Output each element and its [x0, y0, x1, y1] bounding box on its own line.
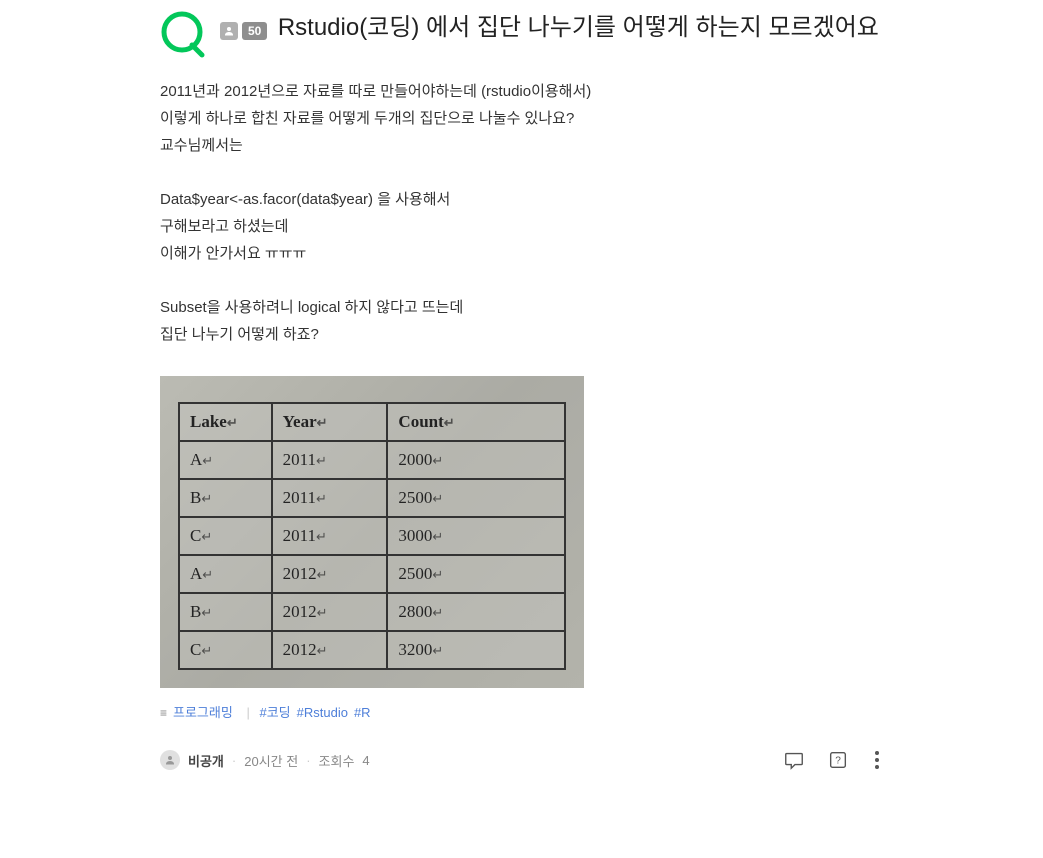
post-time: 20시간 전 [244, 751, 298, 770]
report-icon[interactable]: ? [827, 749, 849, 771]
table-row: B↵2011↵2500↵ [179, 479, 565, 517]
question-body: 2011년과 2012년으로 자료를 따로 만들어야하는데 (rstudio이용… [160, 78, 883, 348]
table-header: Count↵ [387, 403, 565, 441]
body-line: Subset을 사용하려니 logical 하지 않다고 뜨는데 [160, 294, 883, 321]
table-cell: 2012↵ [272, 631, 388, 669]
views-label: 조회수 [319, 751, 355, 770]
table-cell: 2000↵ [387, 441, 565, 479]
more-icon[interactable] [871, 747, 883, 773]
body-line: 구해보라고 하셨는데 [160, 213, 883, 240]
question-title: Rstudio(코딩) 에서 집단 나누기를 어떻게 하는지 모르겠어요 [278, 14, 879, 41]
svg-text:?: ? [835, 756, 841, 767]
body-line: 교수님께서는 [160, 132, 883, 159]
table-cell: A↵ [179, 441, 272, 479]
body-line: 이렇게 하나로 합친 자료를 어떻게 두개의 집단으로 나눌수 있나요? [160, 105, 883, 132]
body-line: Data$year<-as.facor(data$year) 을 사용해서 [160, 186, 883, 213]
table-row: A↵2012↵2500↵ [179, 555, 565, 593]
table-cell: C↵ [179, 517, 272, 555]
table-cell: 2500↵ [387, 555, 565, 593]
points-badge: 50 [242, 22, 267, 40]
table-row: B↵2012↵2800↵ [179, 593, 565, 631]
body-line: 집단 나누기 어떻게 하죠? [160, 321, 883, 348]
tag-link[interactable]: #R [354, 705, 371, 720]
table-header: Lake↵ [179, 403, 272, 441]
tag-link[interactable]: #Rstudio [297, 705, 348, 720]
body-line: 2011년과 2012년으로 자료를 따로 만들어야하는데 (rstudio이용… [160, 78, 883, 105]
author-meta: 비공개 · 20시간 전 · 조회수 4 [160, 750, 370, 770]
body-line: 이해가 안가서요 ㅠㅠㅠ [160, 240, 883, 267]
avatar[interactable] [160, 750, 180, 770]
divider: | [246, 705, 249, 720]
table-header: Year↵ [272, 403, 388, 441]
table-cell: 2011↵ [272, 479, 388, 517]
table-cell: 3000↵ [387, 517, 565, 555]
question-header: 50 Rstudio(코딩) 에서 집단 나누기를 어떻게 하는지 모르겠어요 [160, 10, 883, 58]
table-cell: 2800↵ [387, 593, 565, 631]
title-badges: 50 [220, 22, 267, 40]
table-cell: 2011↵ [272, 517, 388, 555]
question-footer: 비공개 · 20시간 전 · 조회수 4 ? [160, 747, 883, 773]
comment-icon[interactable] [783, 749, 805, 771]
tags-row: ≡ 프로그래밍 | #코딩 #Rstudio #R [160, 702, 883, 721]
table-cell: B↵ [179, 479, 272, 517]
body-line [160, 267, 883, 294]
table-row: C↵2012↵3200↵ [179, 631, 565, 669]
author-name[interactable]: 비공개 [188, 751, 224, 770]
table-cell: 3200↵ [387, 631, 565, 669]
user-level-icon [220, 22, 238, 40]
table-cell: A↵ [179, 555, 272, 593]
table-row: C↵2011↵3000↵ [179, 517, 565, 555]
table-cell: 2011↵ [272, 441, 388, 479]
table-cell: 2012↵ [272, 593, 388, 631]
attached-image[interactable]: Lake↵Year↵Count↵ A↵2011↵2000↵B↵2011↵2500… [160, 376, 584, 688]
table-row: A↵2011↵2000↵ [179, 441, 565, 479]
table-cell: B↵ [179, 593, 272, 631]
body-line [160, 159, 883, 186]
table-cell: C↵ [179, 631, 272, 669]
data-table: Lake↵Year↵Count↵ A↵2011↵2000↵B↵2011↵2500… [178, 402, 566, 670]
question-mark-icon [160, 10, 208, 58]
category-link[interactable]: 프로그래밍 [173, 705, 233, 720]
tag-link[interactable]: #코딩 [259, 705, 290, 720]
views-count: 4 [362, 753, 369, 768]
action-bar: ? [783, 747, 883, 773]
category-prefix-icon: ≡ [160, 706, 167, 720]
table-cell: 2012↵ [272, 555, 388, 593]
table-cell: 2500↵ [387, 479, 565, 517]
